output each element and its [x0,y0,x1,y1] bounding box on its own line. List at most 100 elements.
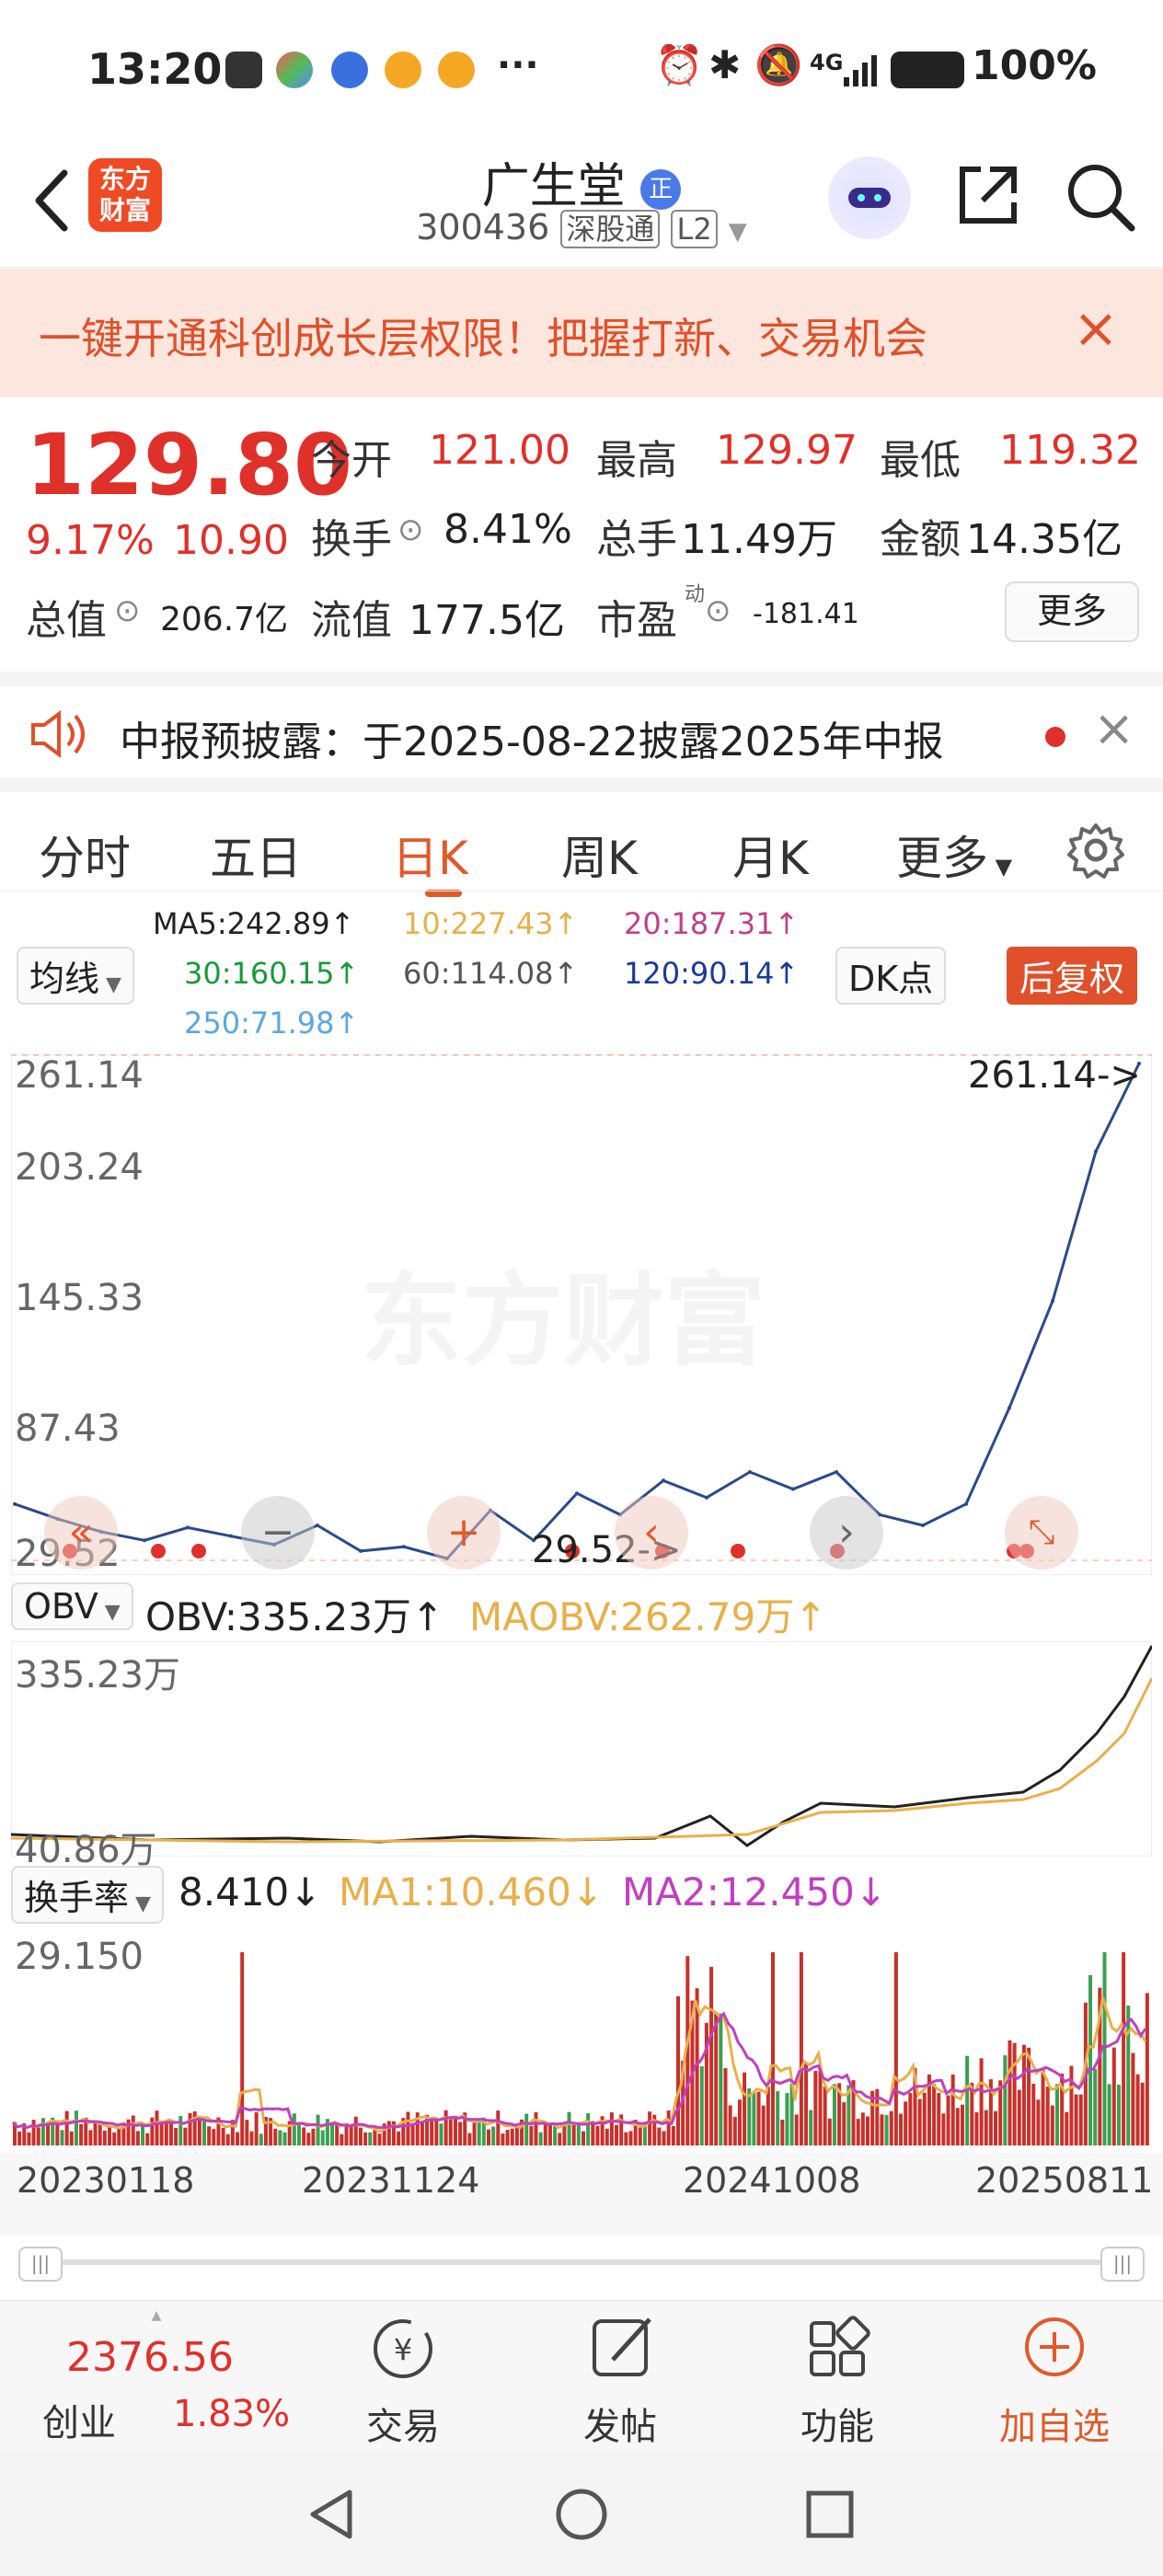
turnover-bar [809,2110,813,2145]
tab-daily-k[interactable]: 日K [392,822,468,888]
adjust-button[interactable]: 后复权 [1007,947,1138,1005]
tab-more[interactable]: 更多 ▼ [896,822,1012,888]
add-watchlist-button[interactable]: 加自选 [953,2301,1156,2453]
turnover-bar [505,2130,510,2145]
price-point [791,1487,795,1491]
scroll-start-icon[interactable]: « [44,1496,118,1570]
unread-dot [1045,727,1065,747]
obv-chart-area[interactable]: 335.23万 40.86万 [10,1640,1154,1871]
network-type: 4G [810,50,844,75]
turnover-bar [155,2110,159,2145]
turnover-bar [27,2132,31,2145]
chevron-down-icon: ▼ [129,1892,151,1915]
baidu-icon [331,52,368,88]
dk-point-toggle[interactable]: DK点 [835,947,947,1005]
edit-icon [593,2317,651,2376]
tab-weekly-k[interactable]: 周K [561,822,638,888]
tab-monthly-k[interactable]: 月K [732,822,809,888]
tab-five-day[interactable]: 五日 [210,822,302,888]
quote-panel: 129.80 9.17% 10.90 今开 121.00 最高 129.97 最… [0,397,1163,672]
turnover-bar [316,2114,320,2145]
obv-selector[interactable]: OBV ▼ [11,1582,133,1630]
trade-button[interactable]: ¥ 交易 [302,2301,504,2453]
price-point [662,1478,665,1483]
turnover-bar [586,2113,591,2145]
range-handle-left[interactable]: ||| [18,2247,63,2282]
turnover-bar [259,2133,263,2145]
index-value: 2376.56 [66,2334,234,2381]
range-handle-right[interactable]: ||| [1100,2247,1145,2282]
turnover-bar [567,2111,571,2145]
post-label: 发帖 [583,2406,657,2448]
turnover-bar [524,2113,529,2145]
ma30-value: 30:160.15↑ [184,956,360,991]
turnover-bar [397,2131,401,2145]
app-notification-icon [276,52,313,88]
search-icon[interactable] [1064,160,1137,234]
share-icon[interactable] [953,160,1023,230]
turnover-selector[interactable]: 换手率 ▼ [11,1866,164,1924]
assistant-avatar-icon[interactable] [828,156,911,239]
price-point [921,1524,925,1528]
turnover-bar [31,2120,36,2145]
scroll-right-icon[interactable]: › [810,1496,883,1570]
turnover-chart-area[interactable]: 29.150 [11,1926,1152,2147]
fullscreen-icon[interactable]: ⤡ [1005,1496,1078,1570]
nav-home-icon[interactable] [554,2487,609,2542]
turnover-bar [1021,2044,1026,2145]
more-notifications-icon: ··· [497,44,539,86]
turnover-bar [386,2121,391,2145]
pe-info-icon[interactable]: ⊙ [705,592,731,629]
price-point [359,1548,363,1553]
nav-back-icon[interactable] [304,2487,359,2542]
notice-close-icon[interactable]: × [1093,699,1134,757]
mktcap-info-icon[interactable]: ⊙ [114,592,141,629]
gear-icon[interactable] [1065,820,1126,880]
turnover-bar [240,1952,245,2145]
chevron-down-icon: ▼ [988,854,1013,880]
ma-selector[interactable]: 均线 ▼ [17,947,134,1005]
turnover-bar [1045,2087,1050,2145]
tab-intraday[interactable]: 分时 [39,822,131,888]
more-button[interactable]: 更多 [1005,581,1139,642]
price-point [316,1524,319,1528]
turnover-bar [64,2110,69,2145]
main-chart-area[interactable]: 东方财富 261.14 203.24 145.33 87.43 29.52 26… [11,1054,1152,1575]
index-ticker[interactable]: ▲ 2376.56 创业 1.83% [0,2301,313,2453]
low-label: 最低 [880,437,961,484]
notice-bar[interactable]: 中报预披露：于2025-08-22披露2025年中报 × [0,672,1163,788]
float-label: 流值 [311,597,392,644]
turnover-bar [1050,2105,1054,2145]
turnover-legend: 换手率 ▼ 8.410↓ MA1:10.460↓ MA2:12.450↓ [0,1862,1163,1924]
turnover-bar [273,2128,278,2145]
turnover-bar [666,2110,671,2145]
turnover-bar [377,2133,382,2145]
turnover-bar [558,2133,562,2145]
promo-banner[interactable]: 一键开通科创成长层权限！把握打新、交易机会 × [0,269,1163,397]
turnover-bar [904,2101,908,2145]
turnover-bar [950,2074,955,2145]
turnover-bar [1088,1974,1093,2145]
maobv-value: MAOBV:262.79万↑ [469,1594,827,1639]
price-point [705,1495,708,1500]
mute-icon: 🔕 [754,42,803,87]
date-label-0: 20230118 [17,2160,195,2201]
turnover-bar [17,2131,22,2145]
scroll-left-icon[interactable]: ‹ [615,1496,688,1570]
nav-recents-icon[interactable] [802,2487,858,2542]
ma-selector-label: 均线 [29,959,100,999]
obv-value: OBV:335.23万↑ [145,1594,444,1639]
turnover-bar [699,2065,704,2145]
post-button[interactable]: 发帖 [519,2301,721,2453]
close-icon[interactable]: × [1073,296,1119,361]
turnover-bar [576,2124,581,2145]
function-button[interactable]: 功能 [736,2301,938,2453]
turnover-bar [676,1995,680,2145]
turnover-bar [884,2114,889,2145]
zoom-out-icon[interactable]: − [241,1496,315,1570]
turnover-bar [1135,2074,1140,2145]
turnover-rate-value: 8.410↓ [178,1869,322,1915]
info-icon[interactable]: ⊙ [397,512,424,548]
zoom-in-icon[interactable]: + [427,1496,501,1570]
range-slider[interactable]: ||| ||| [18,2245,1145,2282]
